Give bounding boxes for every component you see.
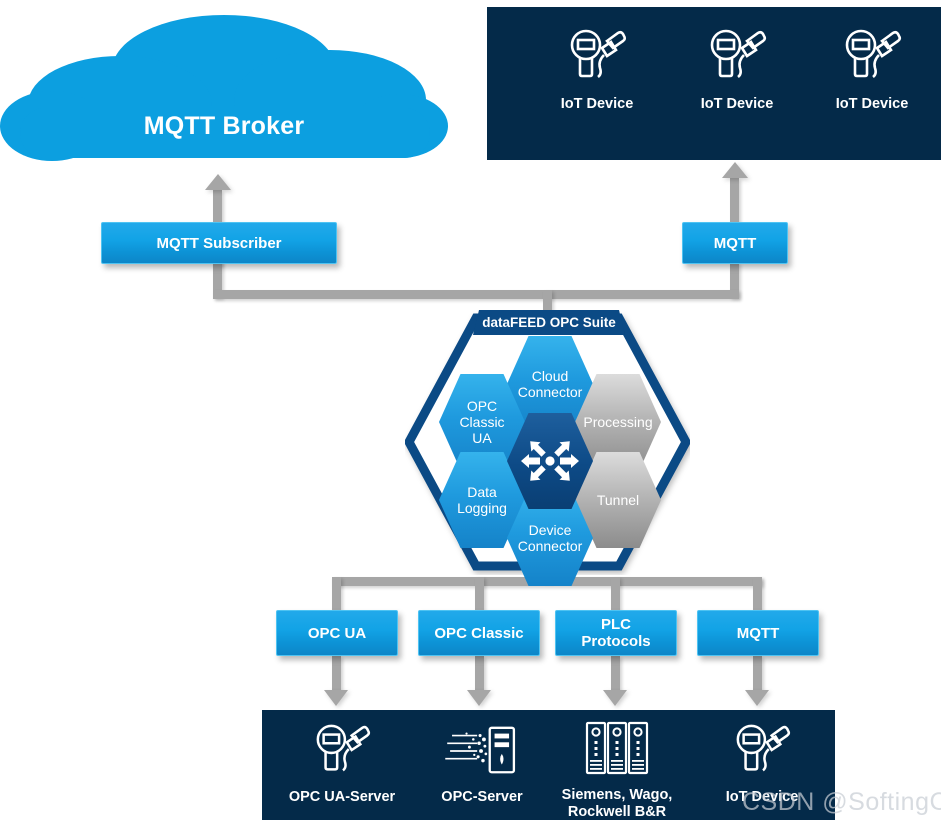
connector-drop-opc-classic	[475, 577, 484, 611]
iot-sensor-icon	[710, 29, 767, 79]
arrowhead-mqtt-to-iot-panel	[722, 162, 748, 178]
bottom-device-2: OPC-Server	[407, 722, 557, 806]
bottom-device-4: IoT Device	[687, 722, 837, 806]
iot-sensor-icon	[570, 29, 627, 79]
bottom-device-panel: OPC UA-Server OPC-Server Siemens, Wago, …	[262, 710, 835, 820]
connector-upper-bus	[213, 290, 739, 299]
bottom-device-2-label: OPC-Server	[441, 789, 523, 805]
arrowhead-opc-ua-to-device	[324, 690, 348, 706]
cloud-shape-icon	[0, 15, 448, 161]
bottom-device-3-label: Siemens, Wago, Rockwell B&R	[561, 787, 673, 820]
datafeed-opc-suite-cluster: dataFEED OPC Suite Cloud Connector OPC C…	[405, 310, 690, 586]
arrowhead-mqtt-to-device	[745, 690, 769, 706]
top-device-3: IoT Device	[792, 27, 941, 113]
plc-protocols-button[interactable]: PLC Protocols	[555, 610, 677, 656]
bottom-device-3: Siemens, Wago, Rockwell B&R	[537, 720, 697, 821]
bottom-device-1-label: OPC UA-Server	[288, 789, 396, 805]
connector-drop-opc-ua	[332, 577, 341, 611]
server-tower-icon	[445, 726, 516, 774]
connector-opc-classic-to-device	[475, 656, 484, 692]
opc-classic-button[interactable]: OPC Classic	[418, 610, 540, 656]
bottom-device-4-label: IoT Device	[725, 789, 799, 805]
top-device-1: IoT Device	[517, 27, 677, 113]
iot-sensor-icon	[845, 29, 902, 79]
multi-direction-arrows-icon	[521, 441, 579, 481]
mqtt-subscriber-button[interactable]: MQTT Subscriber	[101, 222, 337, 264]
bottom-device-1: OPC UA-Server	[267, 722, 417, 806]
connector-opc-ua-to-device	[332, 656, 341, 692]
suite-banner-label: dataFEED OPC Suite	[473, 310, 625, 335]
connector-mqtt-to-device	[753, 656, 762, 692]
opc-ua-button[interactable]: OPC UA	[276, 610, 398, 656]
top-device-1-label: IoT Device	[560, 96, 634, 112]
arrowhead-plc-to-device	[603, 690, 627, 706]
connector-plc-to-device	[611, 656, 620, 692]
plc-racks-icon	[585, 721, 649, 775]
top-device-3-label: IoT Device	[835, 96, 909, 112]
arrowhead-subscriber-to-cloud	[205, 174, 231, 190]
mqtt-button-bottom[interactable]: MQTT	[697, 610, 819, 656]
mqtt-button-top[interactable]: MQTT	[682, 222, 788, 264]
iot-sensor-icon	[736, 724, 791, 772]
arrowhead-opc-classic-to-device	[467, 690, 491, 706]
top-iot-device-panel: IoT Device IoT Device IoT Device	[487, 7, 941, 160]
iot-sensor-icon	[316, 724, 371, 772]
diagram-canvas: MQTT Broker IoT Device IoT Device IoT De…	[0, 0, 941, 825]
connector-drop-plc	[611, 577, 620, 611]
mqtt-broker-cloud: MQTT Broker	[0, 8, 448, 176]
connector-drop-mqtt	[753, 577, 762, 611]
